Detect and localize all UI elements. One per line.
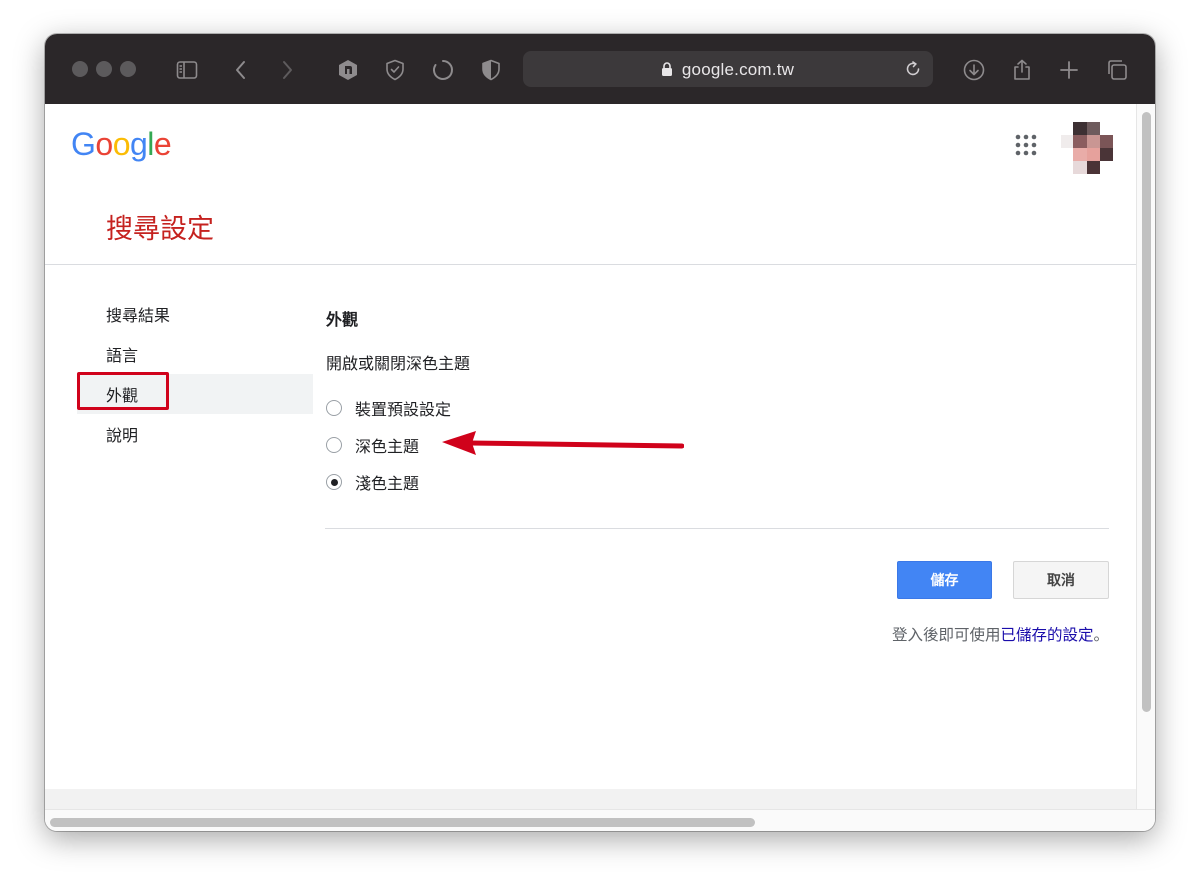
new-tab-icon[interactable] xyxy=(1055,56,1083,84)
privacy-shield-icon[interactable] xyxy=(381,56,409,84)
radio-label: 裝置預設設定 xyxy=(355,400,452,419)
page-content: Google 搜尋設定 搜尋結果 語言 外觀 說明 外觀 開啟或關閉深色主題 裝… xyxy=(45,104,1136,819)
radio-option-light-theme[interactable]: 淺色主題 xyxy=(326,470,419,494)
vertical-scrollbar[interactable] xyxy=(1136,104,1155,819)
nav-item-help[interactable]: 說明 xyxy=(106,422,138,446)
section-divider xyxy=(325,528,1109,529)
address-bar[interactable]: google.com.tw xyxy=(523,51,933,87)
back-icon[interactable] xyxy=(227,56,255,84)
vertical-scroll-thumb[interactable] xyxy=(1142,112,1151,712)
save-button[interactable]: 儲存 xyxy=(897,561,992,599)
radio-label: 淺色主題 xyxy=(355,474,420,493)
close-window-button[interactable] xyxy=(72,61,88,77)
nav-item-search-results[interactable]: 搜尋結果 xyxy=(106,302,170,326)
url-text: google.com.tw xyxy=(681,60,795,79)
google-apps-icon[interactable] xyxy=(1015,134,1037,156)
radio-option-device-default[interactable]: 裝置預設設定 xyxy=(326,396,451,420)
header-divider xyxy=(45,264,1136,265)
radio-option-dark-theme[interactable]: 深色主題 xyxy=(326,433,419,457)
saved-settings-link[interactable]: 已儲存的設定 xyxy=(1000,626,1093,644)
extension-hexagon-icon[interactable] xyxy=(334,56,362,84)
reload-icon[interactable] xyxy=(903,59,923,79)
google-logo-letter: g xyxy=(129,126,148,162)
google-logo-letter: G xyxy=(71,126,96,162)
minimize-window-button[interactable] xyxy=(96,61,112,77)
signin-note-prefix: 登入後即可使用 xyxy=(891,626,1001,644)
tab-overview-icon[interactable] xyxy=(1103,56,1131,84)
page-title: 搜尋設定 xyxy=(106,214,214,245)
radio-button-selected[interactable] xyxy=(326,474,342,490)
cancel-button[interactable]: 取消 xyxy=(1013,561,1109,599)
radio-button[interactable] xyxy=(326,400,342,416)
signin-note: 登入後即可使用已儲存的設定。 xyxy=(892,623,1109,645)
google-logo-letter: e xyxy=(153,126,172,162)
radio-label: 深色主題 xyxy=(355,437,420,456)
half-shield-icon[interactable] xyxy=(477,56,505,84)
google-logo-letter: o xyxy=(95,126,113,162)
horizontal-scroll-thumb[interactable] xyxy=(50,818,755,827)
forward-icon[interactable] xyxy=(273,56,301,84)
zoom-window-button[interactable] xyxy=(120,61,136,77)
signin-note-suffix: 。 xyxy=(1093,626,1109,644)
annotation-arrow-icon xyxy=(442,431,684,455)
browser-window: google.com.tw Google 搜尋設定 搜尋結果 語言 外觀 說明 … xyxy=(45,34,1155,831)
download-icon[interactable] xyxy=(960,56,988,84)
nav-item-language[interactable]: 語言 xyxy=(106,342,138,366)
sidebar-toggle-icon[interactable] xyxy=(173,56,201,84)
share-icon[interactable] xyxy=(1008,56,1036,84)
section-title: 外觀 xyxy=(326,310,359,329)
radio-button[interactable] xyxy=(326,437,342,453)
google-logo[interactable]: Google xyxy=(71,126,172,163)
section-subtitle: 開啟或關閉深色主題 xyxy=(326,354,471,373)
annotation-highlight-box xyxy=(77,372,169,410)
browser-toolbar: google.com.tw xyxy=(45,34,1155,104)
loading-spinner-icon xyxy=(429,56,457,84)
google-logo-letter: l xyxy=(147,126,154,162)
horizontal-scrollbar[interactable] xyxy=(45,809,1155,831)
google-logo-letter: o xyxy=(112,126,131,162)
account-avatar[interactable] xyxy=(1061,122,1113,174)
